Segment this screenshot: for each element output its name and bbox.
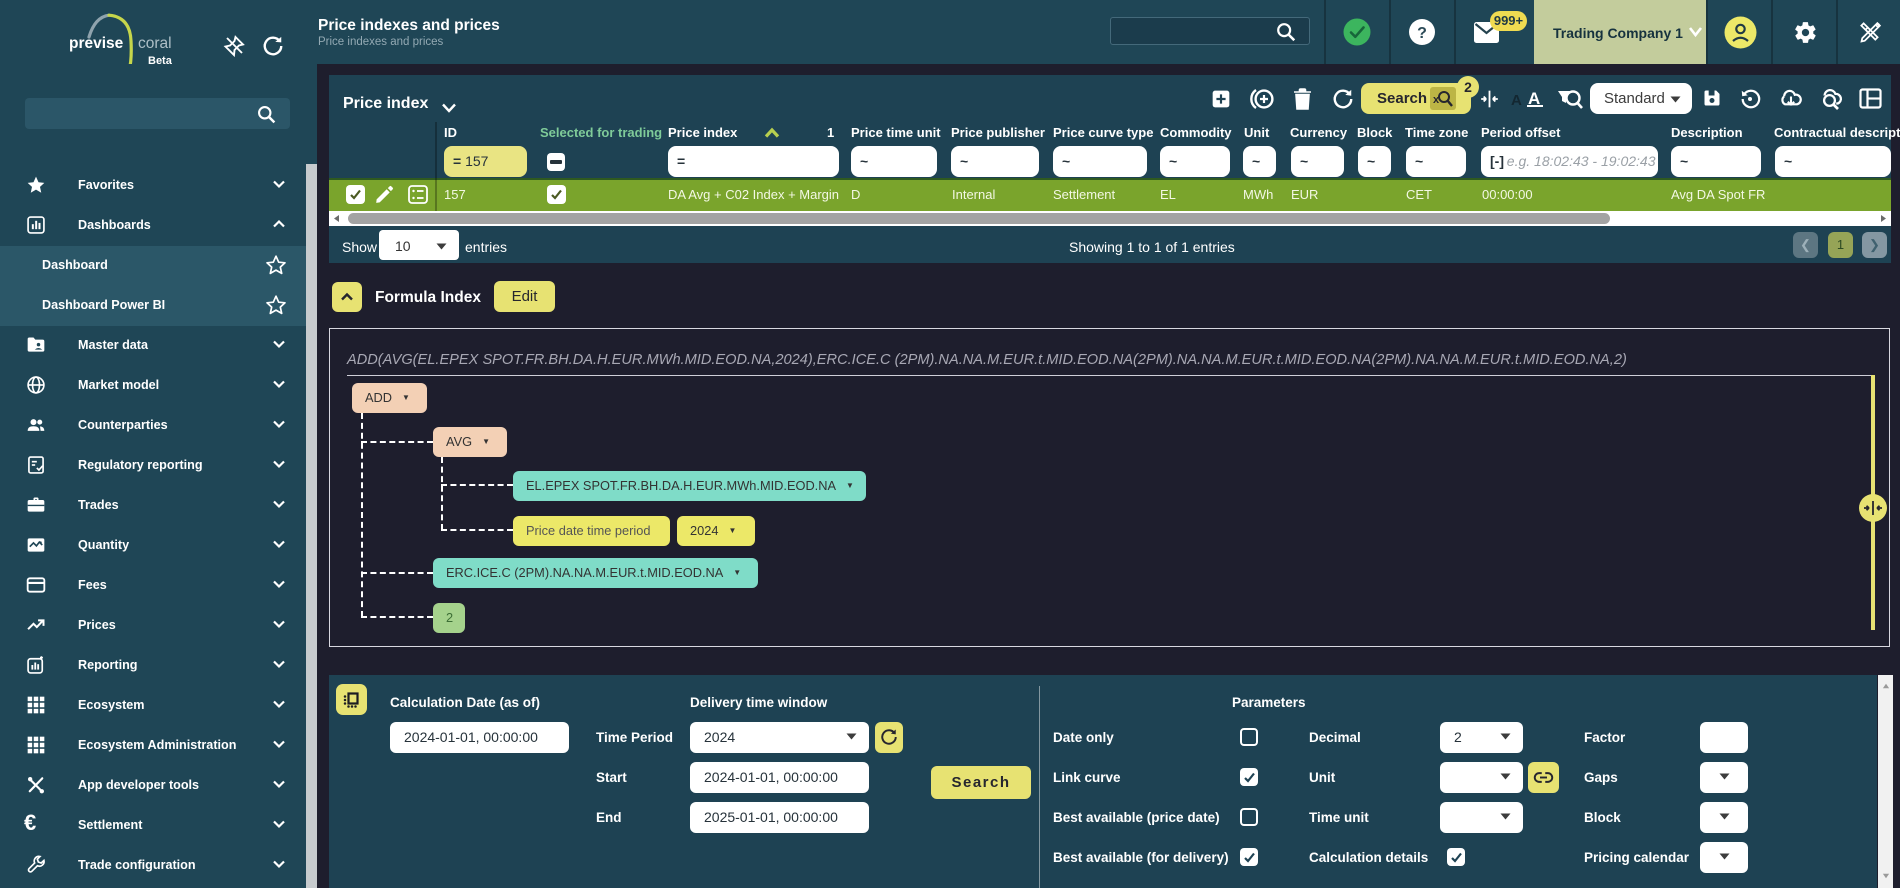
svg-text:?: ?: [1417, 25, 1427, 42]
